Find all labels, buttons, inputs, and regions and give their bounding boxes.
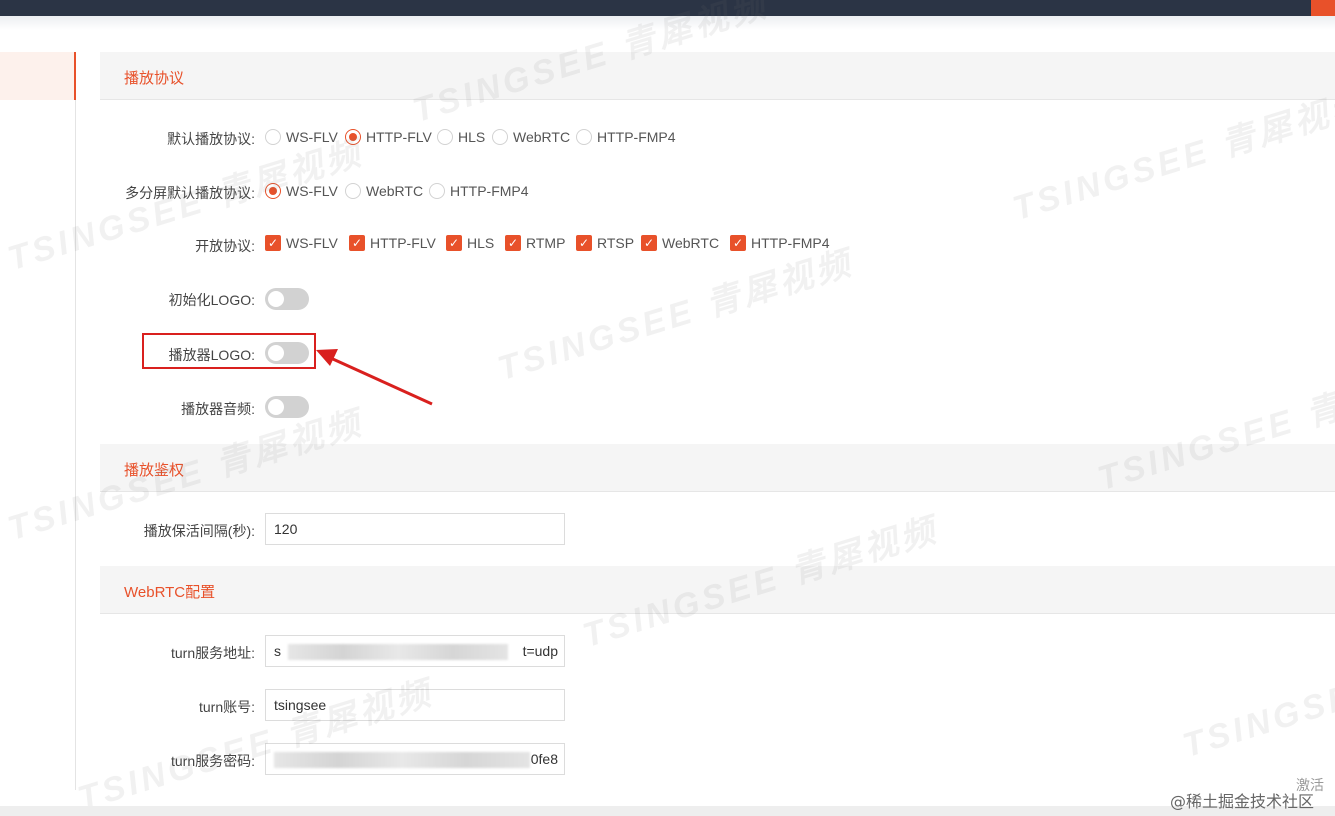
radio-multi-http-fmp4[interactable]: HTTP-FMP4 — [429, 183, 529, 199]
source-watermark-text: @稀土掘金技术社区 — [1170, 792, 1315, 811]
section-title: WebRTC配置 — [124, 584, 216, 601]
turn-server-label: turn服务地址: — [170, 645, 255, 661]
turn-server-suffix: t=udp — [522, 643, 558, 659]
radio-circle-selected[interactable] — [265, 183, 281, 199]
check-icon[interactable]: ✓ — [505, 235, 521, 251]
radio-circle-selected[interactable] — [345, 129, 361, 145]
radio-default-ws-flv[interactable]: WS-FLV — [265, 129, 338, 145]
radio-circle[interactable] — [437, 129, 453, 145]
radio-default-http-fmp4[interactable]: HTTP-FMP4 — [576, 129, 676, 145]
player-audio-label: 播放器音频: — [181, 401, 255, 417]
redacted-blur — [288, 644, 508, 660]
multi-screen-protocol-label: 多分屏默认播放协议: — [125, 185, 255, 201]
check-icon[interactable]: ✓ — [641, 235, 657, 251]
watermark: TSINGSEE 青犀视频 — [1178, 669, 1335, 766]
checkbox-rtsp[interactable]: ✓ RTSP — [576, 235, 634, 251]
section-header-playback-protocol: 播放协议 — [100, 52, 1335, 100]
turn-password-suffix: 0fe8 — [530, 751, 558, 767]
init-logo-toggle[interactable] — [265, 288, 309, 310]
radio-multi-webrtc[interactable]: WebRTC — [345, 183, 423, 199]
check-icon[interactable]: ✓ — [730, 235, 746, 251]
checkbox-hls[interactable]: ✓ HLS — [446, 235, 494, 251]
toggle-knob — [268, 291, 284, 307]
radio-default-webrtc[interactable]: WebRTC — [492, 129, 570, 145]
radio-circle[interactable] — [492, 129, 508, 145]
topbar-accent[interactable] — [1311, 0, 1335, 16]
keepalive-input[interactable]: 120 — [265, 513, 565, 545]
turn-server-input[interactable]: s t=udp — [265, 635, 565, 667]
section-title: 播放鉴权 — [124, 462, 185, 479]
watermark: TSINGSEE 青犀视频 — [493, 243, 858, 389]
turn-account-label: turn账号: — [198, 699, 255, 715]
init-logo-label: 初始化LOGO: — [168, 292, 255, 308]
toggle-knob — [268, 399, 284, 415]
check-icon[interactable]: ✓ — [576, 235, 592, 251]
radio-circle[interactable] — [345, 183, 361, 199]
player-audio-toggle[interactable] — [265, 396, 309, 418]
annotation-arrow-icon — [316, 349, 433, 406]
radio-circle[interactable] — [265, 129, 281, 145]
watermark: TSINGSEE 青犀视频 — [73, 674, 438, 816]
radio-circle[interactable] — [429, 183, 445, 199]
redacted-blur — [274, 752, 530, 768]
top-navbar — [0, 0, 1335, 16]
section-header-playback-auth: 播放鉴权 — [100, 444, 1335, 492]
turn-password-input[interactable]: 0fe8 — [265, 743, 565, 775]
checkbox-http-flv[interactable]: ✓ HTTP-FLV — [349, 235, 436, 251]
section-title: 播放协议 — [124, 70, 185, 87]
radio-default-http-flv[interactable]: HTTP-FLV — [345, 129, 432, 145]
sidebar-active-item[interactable] — [0, 52, 76, 100]
checkbox-rtmp[interactable]: ✓ RTMP — [505, 235, 565, 251]
check-icon[interactable]: ✓ — [265, 235, 281, 251]
annotation-highlight-box — [142, 333, 316, 369]
check-icon[interactable]: ✓ — [349, 235, 365, 251]
default-protocol-label: 默认播放协议: — [167, 131, 255, 147]
checkbox-webrtc[interactable]: ✓ WebRTC — [641, 235, 719, 251]
check-icon[interactable]: ✓ — [446, 235, 462, 251]
checkbox-ws-flv[interactable]: ✓ WS-FLV — [265, 235, 338, 251]
open-protocols-label: 开放协议: — [195, 238, 255, 254]
topbar-shadow — [0, 16, 1335, 30]
turn-account-input[interactable]: tsingsee — [265, 689, 565, 721]
bottom-scroll-area — [0, 806, 1335, 816]
radio-default-hls[interactable]: HLS — [437, 129, 485, 145]
turn-server-prefix: s — [274, 643, 281, 659]
keepalive-label: 播放保活间隔(秒): — [143, 523, 255, 539]
sidebar-divider — [75, 100, 76, 790]
section-header-webrtc-config: WebRTC配置 — [100, 566, 1335, 614]
radio-multi-ws-flv[interactable]: WS-FLV — [265, 183, 338, 199]
radio-circle[interactable] — [576, 129, 592, 145]
turn-password-label: turn服务密码: — [170, 753, 255, 769]
checkbox-http-fmp4[interactable]: ✓ HTTP-FMP4 — [730, 235, 830, 251]
